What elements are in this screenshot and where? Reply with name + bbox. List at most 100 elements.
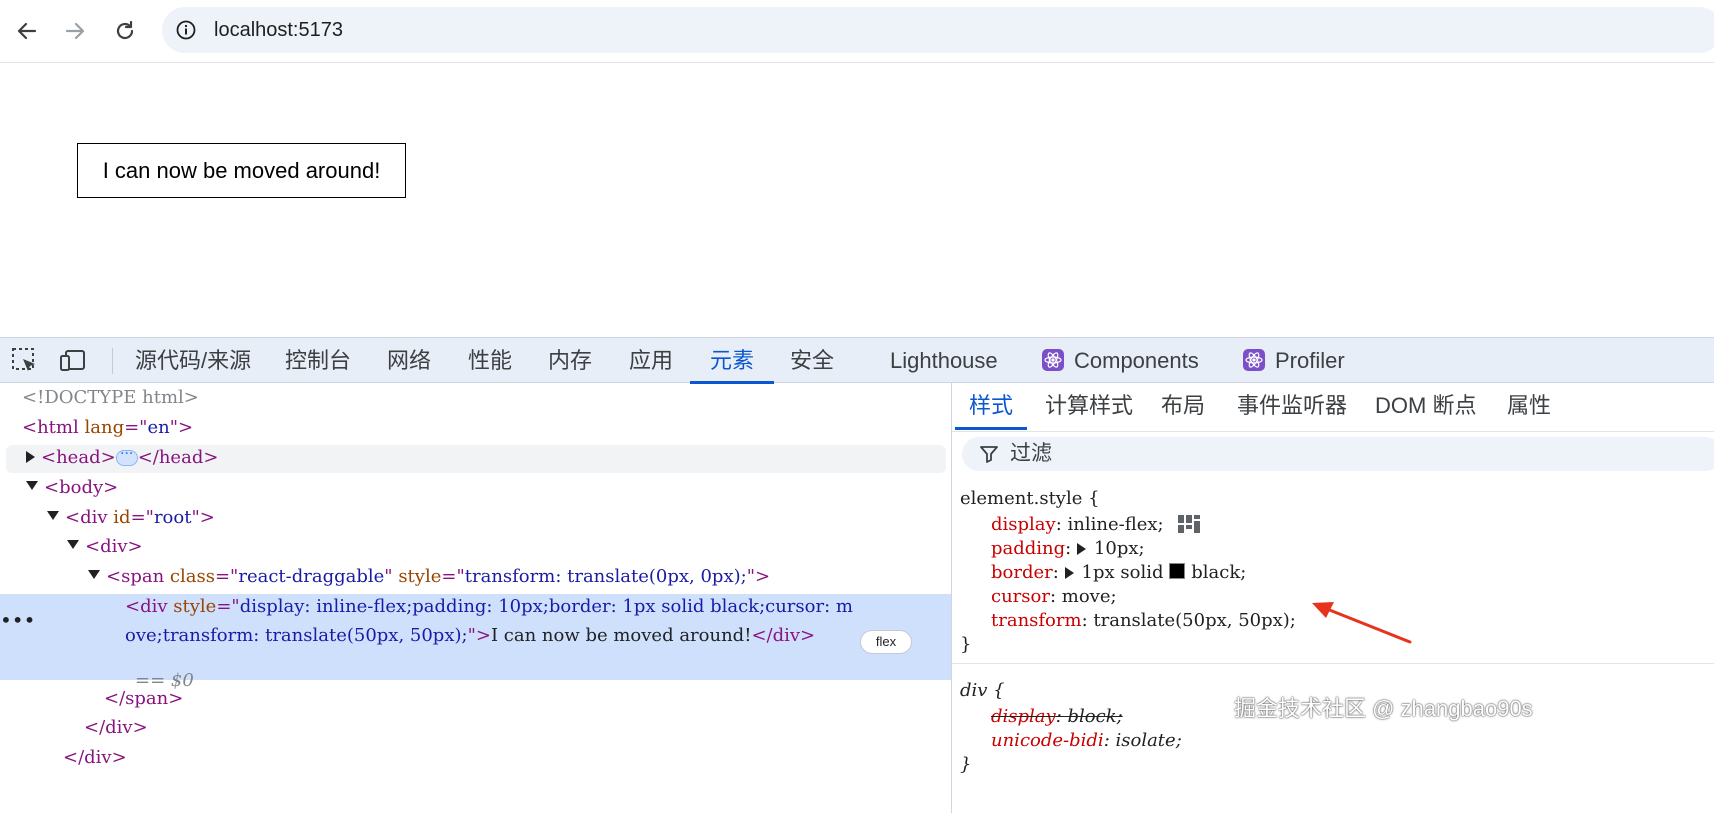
span-close-node[interactable]: </span> xyxy=(104,684,183,714)
id-attr: id xyxy=(113,507,131,528)
html-lang-attr: lang xyxy=(84,417,125,438)
css-value[interactable]: inline-flex; xyxy=(1068,514,1164,535)
root-div-node[interactable]: <div id="root"> xyxy=(47,503,215,533)
css-prop[interactable]: padding xyxy=(991,538,1065,559)
toolbar-separator xyxy=(112,348,113,374)
collapsed-content-icon[interactable]: ··· xyxy=(115,447,138,466)
css-prop[interactable]: transform xyxy=(991,610,1082,631)
head-node[interactable]: <head> ··· </head> xyxy=(26,443,218,473)
tab-profiler-label: Profiler xyxy=(1275,348,1345,373)
tab-application[interactable]: 应用 xyxy=(629,338,673,383)
browser-toolbar: localhost:5173 xyxy=(0,0,1714,63)
expand-shorthand-icon[interactable] xyxy=(1064,567,1074,579)
back-arrow-icon xyxy=(17,22,37,40)
css-prop: display xyxy=(991,706,1056,727)
selected-div-node[interactable]: <div style="display: inline-flex;padding… xyxy=(125,592,853,622)
subtab-properties[interactable]: 属性 xyxy=(1507,383,1551,429)
address-bar[interactable]: localhost:5173 xyxy=(162,7,1714,53)
style-attr: style xyxy=(173,596,217,617)
style-value: transform: translate(0px, 0px); xyxy=(464,566,747,587)
devtools-panel: 源代码/来源 控制台 网络 性能 内存 应用 元素 安全 Lighthouse … xyxy=(0,337,1714,813)
style-value-line2: ove;transform: translate(50px, 50px); xyxy=(125,625,468,646)
tab-performance[interactable]: 性能 xyxy=(468,338,512,383)
reload-icon xyxy=(116,20,134,40)
expand-shorthand-icon[interactable] xyxy=(1076,543,1086,555)
head-tag: head xyxy=(56,447,101,468)
tab-sources[interactable]: 源代码/来源 xyxy=(135,338,251,383)
css-prop[interactable]: display xyxy=(991,514,1056,535)
css-value[interactable]: move; xyxy=(1062,586,1117,607)
div-close-tag: div xyxy=(84,747,112,768)
css-declaration: unicode-bidi: isolate; xyxy=(991,730,1182,751)
subtab-styles[interactable]: 样式 xyxy=(954,383,1028,430)
html-lang-value: en xyxy=(147,417,170,438)
doctype-node[interactable]: <!DOCTYPE html> xyxy=(22,383,199,413)
tab-security[interactable]: 安全 xyxy=(790,338,834,383)
style-value-line1: display: inline-flex;padding: 10px;borde… xyxy=(239,596,853,617)
forward-button[interactable] xyxy=(58,14,92,48)
tab-console[interactable]: 控制台 xyxy=(285,338,351,383)
css-value[interactable]: black; xyxy=(1191,562,1246,583)
css-declaration[interactable]: border: 1px solid black; xyxy=(991,561,1246,585)
selected-div-node-cont[interactable]: ove;transform: translate(50px, 50px);">I… xyxy=(125,621,815,651)
device-toolbar-icon[interactable] xyxy=(58,346,88,376)
inner-div-node[interactable]: <div> xyxy=(67,532,143,562)
css-value[interactable]: translate(50px, 50px); xyxy=(1093,610,1295,631)
url-text[interactable]: localhost:5173 xyxy=(214,19,343,42)
root-close-node[interactable]: </div> xyxy=(63,743,127,773)
annotation-arrow-icon xyxy=(1312,602,1412,644)
reload-button[interactable] xyxy=(108,14,142,48)
expand-triangle-icon[interactable] xyxy=(26,451,35,463)
flexbox-editor-icon[interactable] xyxy=(1177,514,1201,534)
rule-close-brace: } xyxy=(960,634,972,655)
tab-lighthouse[interactable]: Lighthouse xyxy=(890,338,998,383)
collapse-triangle-icon[interactable] xyxy=(47,511,59,520)
subtab-computed[interactable]: 计算样式 xyxy=(1045,383,1133,429)
tab-profiler[interactable]: Profiler xyxy=(1243,338,1345,383)
id-value: root xyxy=(153,507,192,528)
filter-placeholder: 过滤 xyxy=(1010,442,1052,465)
css-value[interactable]: 1px solid xyxy=(1082,562,1164,583)
color-swatch-icon[interactable] xyxy=(1169,563,1186,579)
site-info-icon[interactable] xyxy=(176,20,196,40)
collapse-triangle-icon[interactable] xyxy=(26,481,38,490)
more-options-icon[interactable]: ••• xyxy=(0,608,35,632)
css-declaration-overridden: display: block; xyxy=(991,706,1123,727)
inspect-element-icon[interactable] xyxy=(10,346,40,376)
body-tag: body xyxy=(59,477,104,498)
css-declaration[interactable]: display: inline-flex; xyxy=(991,513,1201,537)
html-node[interactable]: <html lang="en"> xyxy=(22,413,193,443)
react-icon xyxy=(1042,349,1064,371)
collapse-triangle-icon[interactable] xyxy=(88,570,100,579)
css-declaration[interactable]: transform: translate(50px, 50px); xyxy=(991,609,1296,633)
filter-input[interactable]: 过滤 xyxy=(962,437,1714,471)
div-close-tag: div xyxy=(105,717,133,738)
head-close-tag: head xyxy=(158,447,204,468)
span-node[interactable]: <span class="react-draggable" style="tra… xyxy=(88,562,770,592)
body-node[interactable]: <body> xyxy=(26,473,118,503)
css-declaration[interactable]: cursor: move; xyxy=(991,585,1117,609)
css-prop[interactable]: cursor xyxy=(991,586,1050,607)
collapse-triangle-icon[interactable] xyxy=(67,540,79,549)
tab-network[interactable]: 网络 xyxy=(387,338,431,383)
draggable-box[interactable]: I can now be moved around! xyxy=(77,143,406,198)
subtab-dom-breakpoints[interactable]: DOM 断点 xyxy=(1375,383,1476,429)
tab-components[interactable]: Components xyxy=(1042,338,1199,383)
subtab-event-listeners[interactable]: 事件监听器 xyxy=(1237,383,1347,429)
css-prop[interactable]: border xyxy=(991,562,1053,583)
css-prop: unicode-bidi xyxy=(991,730,1104,751)
back-button[interactable] xyxy=(10,14,44,48)
css-declaration[interactable]: padding: 10px; xyxy=(991,537,1145,561)
element-style-selector: element.style { xyxy=(960,488,1100,509)
filter-icon xyxy=(980,446,998,463)
elements-tree: <!DOCTYPE html> <html lang="en"> <head> ·… xyxy=(0,383,951,813)
page-viewport: I can now be moved around! xyxy=(0,63,1714,337)
watermark: 掘金技术社区 @ zhangbao90s xyxy=(1234,696,1533,721)
tab-elements[interactable]: 元素 xyxy=(689,338,775,384)
subtab-layout[interactable]: 布局 xyxy=(1161,383,1205,429)
tab-memory[interactable]: 内存 xyxy=(548,338,592,383)
div-close-node[interactable]: </div> xyxy=(84,713,148,743)
css-value[interactable]: 10px; xyxy=(1094,538,1145,559)
css-value: isolate; xyxy=(1115,730,1182,751)
flex-badge[interactable]: flex xyxy=(860,630,912,654)
